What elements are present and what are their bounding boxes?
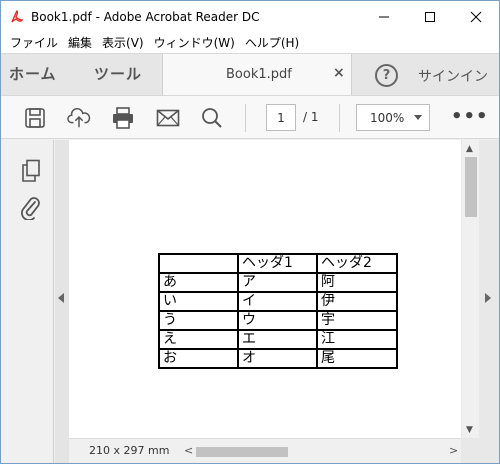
table-cell: [158, 253, 239, 274]
table-row: あ ア 阿: [158, 272, 398, 293]
search-icon[interactable]: [200, 106, 224, 130]
page-size-label: 210 x 297 mm: [89, 444, 170, 457]
title-bar: Book1.pdf - Adobe Acrobat Reader DC: [1, 1, 499, 32]
table-cell: 阿: [316, 272, 398, 293]
document-tab-label: Book1.pdf: [226, 67, 292, 82]
table-row: え エ 江: [158, 329, 398, 350]
menu-view[interactable]: 表示(V): [97, 34, 149, 51]
zoom-select[interactable]: 100%: [356, 104, 430, 131]
status-bar: 210 x 297 mm < >: [69, 438, 461, 463]
vertical-scroll-thumb[interactable]: [465, 157, 477, 217]
window-title: Book1.pdf - Adobe Acrobat Reader DC: [31, 9, 260, 24]
more-tools-button[interactable]: •••: [451, 106, 489, 127]
table-cell: い: [158, 291, 239, 312]
minimize-button[interactable]: [361, 1, 407, 32]
menu-bar: ファイル 編集 表示(V) ウィンドウ(W) ヘルプ(H): [1, 32, 499, 53]
scroll-up-icon[interactable]: ▲: [466, 144, 473, 154]
tab-bar: ホーム ツール Book1.pdf × ? サインイン: [1, 53, 499, 96]
mail-icon[interactable]: [156, 106, 180, 130]
table-cell: 尾: [316, 348, 398, 369]
table-header-row: ヘッダ1 ヘッダ2: [158, 253, 398, 274]
table-cell: う: [158, 310, 239, 331]
page-total: / 1: [303, 110, 319, 124]
pdf-table: ヘッダ1 ヘッダ2 あ ア 阿 い イ 伊 う ウ 宇 え エ 江 お オ 尾: [158, 253, 398, 369]
menu-file[interactable]: ファイル: [5, 34, 63, 51]
close-button[interactable]: [453, 1, 499, 32]
table-cell: ヘッダ1: [237, 253, 318, 274]
table-cell: あ: [158, 272, 239, 293]
expand-right-icon[interactable]: [485, 293, 491, 303]
table-cell: 宇: [316, 310, 398, 331]
table-cell: 江: [316, 329, 398, 350]
acrobat-pdf-icon: [9, 9, 25, 25]
scroll-left-icon[interactable]: <: [184, 444, 193, 457]
tab-document[interactable]: Book1.pdf ×: [162, 54, 352, 96]
zoom-value: 100%: [370, 111, 405, 125]
signin-button[interactable]: サインイン: [418, 66, 488, 86]
menu-edit[interactable]: 編集: [63, 34, 97, 51]
horizontal-scroll-thumb[interactable]: [196, 447, 288, 457]
horizontal-scrollbar[interactable]: < >: [184, 443, 459, 460]
table-cell: え: [158, 329, 239, 350]
tab-tools[interactable]: ツール: [94, 63, 142, 84]
chevron-down-icon: [414, 115, 422, 120]
menu-help[interactable]: ヘルプ(H): [240, 34, 304, 51]
close-tab-button[interactable]: ×: [333, 65, 345, 81]
save-icon[interactable]: [23, 106, 47, 130]
table-cell: ヘッダ2: [316, 253, 398, 274]
table-row: い イ 伊: [158, 291, 398, 312]
table-cell: ア: [237, 272, 318, 293]
toolbar: 1 / 1 100% •••: [1, 95, 499, 139]
upload-cloud-icon[interactable]: [67, 106, 91, 130]
table-row: お オ 尾: [158, 348, 398, 369]
menu-window[interactable]: ウィンドウ(W): [149, 34, 240, 51]
toolbar-divider: [245, 104, 246, 132]
help-button[interactable]: ?: [375, 64, 398, 87]
table-row: う ウ 宇: [158, 310, 398, 331]
left-rail: [1, 140, 54, 463]
scroll-right-icon[interactable]: >: [449, 444, 458, 457]
table-cell: イ: [237, 291, 318, 312]
acrobat-window: Book1.pdf - Adobe Acrobat Reader DC ファイル…: [0, 0, 500, 464]
table-cell: エ: [237, 329, 318, 350]
scroll-down-icon[interactable]: ▼: [466, 425, 473, 435]
page-number-input[interactable]: 1: [266, 104, 296, 131]
table-cell: 伊: [316, 291, 398, 312]
expand-left-icon: [58, 293, 64, 303]
paperclip-icon[interactable]: [19, 194, 43, 220]
table-cell: お: [158, 348, 239, 369]
table-cell: ウ: [237, 310, 318, 331]
print-icon[interactable]: [111, 106, 135, 130]
copy-pages-icon[interactable]: [19, 158, 43, 184]
document-viewport[interactable]: ヘッダ1 ヘッダ2 あ ア 阿 い イ 伊 う ウ 宇 え エ 江 お オ 尾: [69, 140, 461, 438]
table-cell: オ: [237, 348, 318, 369]
maximize-button[interactable]: [407, 1, 453, 32]
toolbar-divider: [339, 104, 340, 132]
tab-home[interactable]: ホーム: [9, 63, 57, 84]
